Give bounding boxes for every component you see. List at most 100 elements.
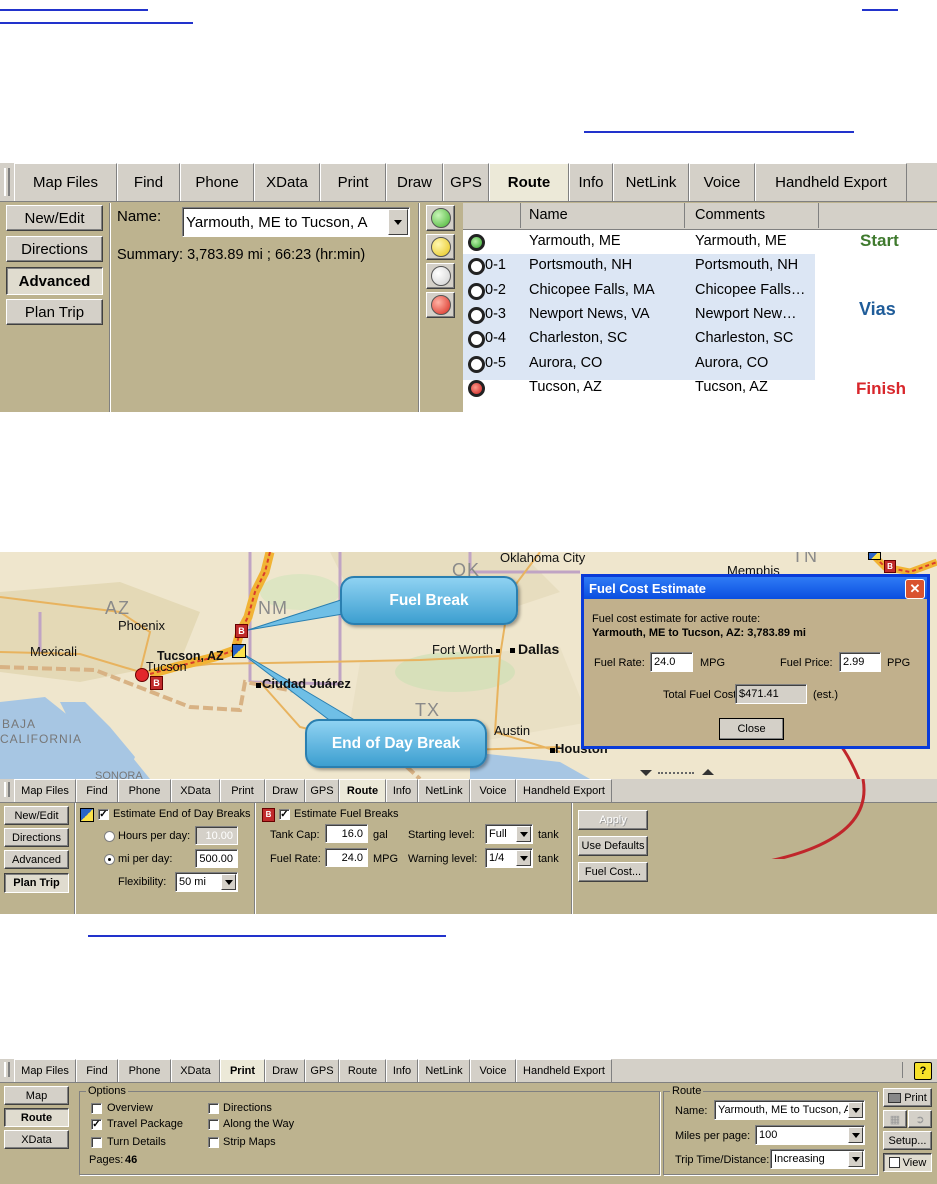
- link-underline[interactable]: [584, 131, 854, 133]
- tab-netlink[interactable]: NetLink: [418, 779, 470, 802]
- map-view[interactable]: AZ NM OK TX TN Oklahoma City Memphis Pho…: [0, 552, 937, 779]
- miles-per-page-select[interactable]: 100: [755, 1125, 865, 1145]
- directions-button[interactable]: Directions: [4, 828, 69, 847]
- advanced-button[interactable]: Advanced: [4, 850, 69, 869]
- fuel-break-marker-icon[interactable]: B: [884, 560, 896, 573]
- tab-route[interactable]: Route: [339, 779, 386, 802]
- tab-gps[interactable]: GPS: [305, 779, 339, 802]
- route-name-select[interactable]: Yarmouth, ME to Tucson, A: [714, 1100, 865, 1120]
- tab-find[interactable]: Find: [76, 779, 118, 802]
- starting-level-select[interactable]: Full: [485, 824, 533, 844]
- chevron-down-icon[interactable]: [848, 1102, 863, 1118]
- directions-checkbox[interactable]: [208, 1103, 219, 1114]
- tab-print[interactable]: Print: [220, 779, 265, 802]
- finish-marker-icon[interactable]: [135, 668, 149, 682]
- tab-voice[interactable]: Voice: [470, 779, 516, 802]
- end-of-day-marker-icon[interactable]: [232, 644, 246, 658]
- route-button[interactable]: Route: [4, 1108, 69, 1127]
- collapse-down-icon[interactable]: [640, 770, 652, 776]
- route-stop-list[interactable]: Name Comments Yarmouth, ME Yarmouth, ME 0-…: [463, 203, 937, 412]
- help-icon[interactable]: ?: [914, 1062, 932, 1080]
- map-button[interactable]: Map: [4, 1086, 69, 1105]
- mi-per-day-radio[interactable]: [104, 854, 115, 865]
- tab-info[interactable]: Info: [386, 1059, 418, 1082]
- tab-map-files[interactable]: Map Files: [14, 779, 76, 802]
- add-stop-button[interactable]: [426, 263, 455, 289]
- save-icon[interactable]: ▦: [883, 1110, 907, 1128]
- add-finish-button[interactable]: [426, 292, 455, 318]
- route-stop-row[interactable]: 0-5 Aurora, CO Aurora, CO: [463, 353, 815, 377]
- col-name-header[interactable]: Name: [529, 207, 568, 223]
- route-stop-row[interactable]: 0-3 Newport News, VA Newport New…: [463, 304, 815, 328]
- tab-phone[interactable]: Phone: [118, 1059, 171, 1082]
- chevron-down-icon[interactable]: [221, 874, 236, 890]
- new-edit-button[interactable]: New/Edit: [4, 806, 69, 825]
- strip-maps-checkbox[interactable]: [208, 1137, 219, 1148]
- end-of-day-marker-icon[interactable]: [868, 552, 881, 560]
- toolbar-grip[interactable]: [4, 782, 10, 797]
- warning-level-select[interactable]: 1/4: [485, 848, 533, 868]
- apply-button[interactable]: Apply: [578, 810, 648, 830]
- tab-map-files[interactable]: Map Files: [14, 1059, 76, 1082]
- travel-package-checkbox[interactable]: ✓: [91, 1119, 102, 1130]
- col-comments-header[interactable]: Comments: [695, 207, 765, 223]
- plan-trip-button[interactable]: Plan Trip: [6, 299, 103, 325]
- flexibility-select[interactable]: 50 mi: [175, 872, 238, 892]
- tab-gps[interactable]: GPS: [305, 1059, 339, 1082]
- print-button[interactable]: Print: [883, 1088, 932, 1107]
- route-stop-row[interactable]: 0-2 Chicopee Falls, MA Chicopee Falls…: [463, 280, 815, 304]
- fuel-break-marker-icon[interactable]: B: [150, 676, 163, 690]
- chevron-down-icon[interactable]: [848, 1127, 863, 1143]
- setup-button[interactable]: Setup...: [883, 1131, 932, 1150]
- expand-up-icon[interactable]: [702, 769, 714, 775]
- tab-xdata[interactable]: XData: [171, 1059, 220, 1082]
- tab-find[interactable]: Find: [76, 1059, 118, 1082]
- use-defaults-button[interactable]: Use Defaults: [578, 836, 648, 856]
- tab-route[interactable]: Route: [489, 163, 569, 201]
- chevron-down-icon[interactable]: [516, 850, 531, 866]
- add-via-button[interactable]: [426, 234, 455, 260]
- route-stop-row[interactable]: Yarmouth, ME Yarmouth, ME: [463, 231, 815, 255]
- tab-xdata[interactable]: XData: [254, 163, 320, 201]
- link-underline[interactable]: [88, 935, 446, 937]
- tab-voice[interactable]: Voice: [689, 163, 755, 201]
- tab-handheld-export[interactable]: Handheld Export: [755, 163, 907, 201]
- route-stop-row[interactable]: 0-1 Portsmouth, NH Portsmouth, NH: [463, 255, 815, 279]
- tab-phone[interactable]: Phone: [118, 779, 171, 802]
- view-button[interactable]: View: [883, 1153, 932, 1172]
- tab-phone[interactable]: Phone: [180, 163, 254, 201]
- directions-button[interactable]: Directions: [6, 236, 103, 262]
- tab-netlink[interactable]: NetLink: [418, 1059, 470, 1082]
- overview-checkbox[interactable]: [91, 1103, 102, 1114]
- tab-netlink[interactable]: NetLink: [613, 163, 689, 201]
- dialog-title[interactable]: Fuel Cost Estimate: [584, 577, 927, 599]
- tab-draw[interactable]: Draw: [265, 1059, 305, 1082]
- fuel-rate-input[interactable]: 24.0: [650, 652, 693, 672]
- route-stop-row[interactable]: Tucson, AZ Tucson, AZ: [463, 377, 815, 401]
- tab-map-files[interactable]: Map Files: [14, 163, 117, 201]
- tab-voice[interactable]: Voice: [470, 1059, 516, 1082]
- close-button[interactable]: Close: [719, 718, 784, 740]
- fuel-breaks-checkbox[interactable]: ✓: [279, 809, 290, 820]
- toolbar-grip[interactable]: [4, 1062, 10, 1077]
- tab-xdata[interactable]: XData: [171, 779, 220, 802]
- tab-draw[interactable]: Draw: [386, 163, 443, 201]
- mi-per-day-input[interactable]: 500.00: [195, 849, 238, 868]
- splitter-handle[interactable]: [636, 768, 716, 778]
- xdata-button[interactable]: XData: [4, 1130, 69, 1149]
- along-the-way-checkbox[interactable]: [208, 1119, 219, 1130]
- trip-time-distance-select[interactable]: Increasing: [770, 1149, 865, 1169]
- export-icon[interactable]: ➲: [908, 1110, 932, 1128]
- tab-info[interactable]: Info: [569, 163, 613, 201]
- tab-handheld-export[interactable]: Handheld Export: [516, 1059, 612, 1082]
- chevron-down-icon[interactable]: [848, 1151, 863, 1167]
- route-stop-row[interactable]: 0-4 Charleston, SC Charleston, SC: [463, 328, 815, 352]
- link-underline[interactable]: [0, 22, 193, 24]
- tab-find[interactable]: Find: [117, 163, 180, 201]
- tab-print[interactable]: Print: [220, 1059, 265, 1082]
- eod-checkbox[interactable]: ✓: [98, 809, 109, 820]
- hours-radio[interactable]: [104, 831, 115, 842]
- tab-draw[interactable]: Draw: [265, 779, 305, 802]
- advanced-button[interactable]: Advanced: [6, 267, 103, 295]
- link-underline[interactable]: [0, 9, 148, 11]
